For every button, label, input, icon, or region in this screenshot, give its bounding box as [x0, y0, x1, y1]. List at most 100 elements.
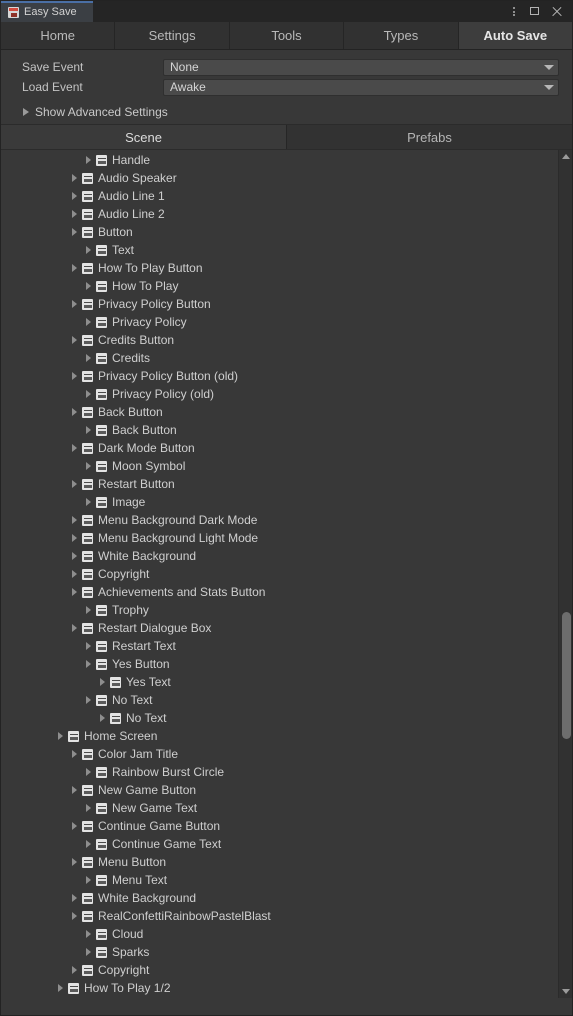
expand-triangle-icon[interactable] — [72, 858, 77, 866]
expand-triangle-icon[interactable] — [86, 768, 91, 776]
tree-row[interactable]: Button — [1, 223, 558, 241]
expand-triangle-icon[interactable] — [72, 192, 77, 200]
window-tab-easy-save[interactable]: Easy Save — [1, 1, 93, 22]
tree-row[interactable]: White Background — [1, 547, 558, 565]
expand-triangle-icon[interactable] — [72, 588, 77, 596]
tab-auto-save[interactable]: Auto Save — [458, 22, 572, 49]
tree-row[interactable]: Audio Line 1 — [1, 187, 558, 205]
tree-row[interactable]: Sparks — [1, 943, 558, 961]
tree-row[interactable]: No Text — [1, 691, 558, 709]
save-event-dropdown[interactable]: None — [163, 58, 559, 76]
tree-row[interactable]: New Game Text — [1, 799, 558, 817]
tree-row[interactable]: Menu Button — [1, 853, 558, 871]
expand-triangle-icon[interactable] — [72, 480, 77, 488]
tree-row[interactable]: Privacy Policy — [1, 313, 558, 331]
subtab-prefabs[interactable]: Prefabs — [287, 125, 572, 149]
tree-row[interactable]: Achievements and Stats Button — [1, 583, 558, 601]
expand-triangle-icon[interactable] — [86, 840, 91, 848]
expand-triangle-icon[interactable] — [86, 354, 91, 362]
expand-triangle-icon[interactable] — [72, 408, 77, 416]
expand-triangle-icon[interactable] — [72, 174, 77, 182]
tab-settings[interactable]: Settings — [115, 22, 230, 49]
tree-row[interactable]: Copyright — [1, 565, 558, 583]
expand-triangle-icon[interactable] — [86, 804, 91, 812]
tree-row[interactable]: White Background — [1, 889, 558, 907]
expand-triangle-icon[interactable] — [72, 516, 77, 524]
tree-row[interactable]: RealConfettiRainbowPastelBlast — [1, 907, 558, 925]
tree-row[interactable]: Back Button — [1, 421, 558, 439]
expand-triangle-icon[interactable] — [86, 876, 91, 884]
expand-triangle-icon[interactable] — [72, 300, 77, 308]
tree-row[interactable]: Back Button — [1, 403, 558, 421]
tree-row[interactable]: How To Play Button — [1, 259, 558, 277]
expand-triangle-icon[interactable] — [86, 156, 91, 164]
tree-row[interactable]: Credits Button — [1, 331, 558, 349]
tree-row[interactable]: How To Play 1/2 — [1, 979, 558, 997]
expand-triangle-icon[interactable] — [86, 246, 91, 254]
expand-triangle-icon[interactable] — [86, 390, 91, 398]
tree-row[interactable]: Menu Text — [1, 871, 558, 889]
expand-triangle-icon[interactable] — [72, 264, 77, 272]
expand-triangle-icon[interactable] — [72, 750, 77, 758]
tree-row[interactable]: Privacy Policy Button — [1, 295, 558, 313]
expand-triangle-icon[interactable] — [86, 498, 91, 506]
tree-row[interactable]: Continue Game Button — [1, 817, 558, 835]
expand-triangle-icon[interactable] — [72, 894, 77, 902]
tree-row[interactable]: Handle — [1, 151, 558, 169]
expand-triangle-icon[interactable] — [72, 534, 77, 542]
tree-row[interactable]: Audio Speaker — [1, 169, 558, 187]
expand-triangle-icon[interactable] — [86, 318, 91, 326]
expand-triangle-icon[interactable] — [72, 552, 77, 560]
expand-triangle-icon[interactable] — [72, 444, 77, 452]
scroll-up-arrow-icon[interactable] — [561, 154, 570, 159]
expand-triangle-icon[interactable] — [100, 714, 105, 722]
tree-row[interactable]: Image — [1, 493, 558, 511]
expand-triangle-icon[interactable] — [58, 732, 63, 740]
tree-row[interactable]: New Game Button — [1, 781, 558, 799]
expand-triangle-icon[interactable] — [72, 966, 77, 974]
expand-triangle-icon[interactable] — [100, 678, 105, 686]
expand-triangle-icon[interactable] — [72, 912, 77, 920]
maximize-icon[interactable] — [529, 5, 542, 18]
tree-row[interactable]: No Text — [1, 709, 558, 727]
tree-row[interactable]: Text — [1, 241, 558, 259]
expand-triangle-icon[interactable] — [72, 786, 77, 794]
tree-row[interactable]: Continue Game Text — [1, 835, 558, 853]
expand-triangle-icon[interactable] — [86, 660, 91, 668]
load-event-dropdown[interactable]: Awake — [163, 78, 559, 96]
expand-triangle-icon[interactable] — [86, 282, 91, 290]
tree-row[interactable]: Restart Text — [1, 637, 558, 655]
vertical-scrollbar[interactable] — [558, 150, 572, 998]
tree-row[interactable]: Moon Symbol — [1, 457, 558, 475]
tree-row[interactable]: Restart Dialogue Box — [1, 619, 558, 637]
close-icon[interactable] — [551, 5, 564, 18]
tree-row[interactable]: Privacy Policy (old) — [1, 385, 558, 403]
tree-row[interactable]: Trophy — [1, 601, 558, 619]
tree-row[interactable]: Color Jam Title — [1, 745, 558, 763]
expand-triangle-icon[interactable] — [72, 228, 77, 236]
tab-home[interactable]: Home — [1, 22, 116, 49]
tab-tools[interactable]: Tools — [229, 22, 345, 49]
expand-triangle-icon[interactable] — [86, 948, 91, 956]
expand-triangle-icon[interactable] — [86, 462, 91, 470]
tree-row[interactable]: Home Screen — [1, 727, 558, 745]
tree-row[interactable]: Dark Mode Button — [1, 439, 558, 457]
tab-types[interactable]: Types — [344, 22, 459, 49]
expand-triangle-icon[interactable] — [58, 984, 63, 992]
expand-triangle-icon[interactable] — [72, 210, 77, 218]
expand-triangle-icon[interactable] — [72, 336, 77, 344]
expand-triangle-icon[interactable] — [86, 426, 91, 434]
expand-triangle-icon[interactable] — [86, 642, 91, 650]
expand-triangle-icon[interactable] — [86, 930, 91, 938]
tree-row[interactable]: Menu Background Light Mode — [1, 529, 558, 547]
expand-triangle-icon[interactable] — [72, 624, 77, 632]
tree-row[interactable]: Privacy Policy Button (old) — [1, 367, 558, 385]
tree-row[interactable]: Copyright — [1, 961, 558, 979]
scrollbar-thumb[interactable] — [561, 612, 571, 740]
kebab-menu-icon[interactable] — [507, 5, 520, 18]
expand-triangle-icon[interactable] — [86, 696, 91, 704]
subtab-scene[interactable]: Scene — [1, 125, 287, 149]
tree-row[interactable]: Rainbow Burst Circle — [1, 763, 558, 781]
expand-triangle-icon[interactable] — [86, 606, 91, 614]
tree-row[interactable]: Menu Background Dark Mode — [1, 511, 558, 529]
